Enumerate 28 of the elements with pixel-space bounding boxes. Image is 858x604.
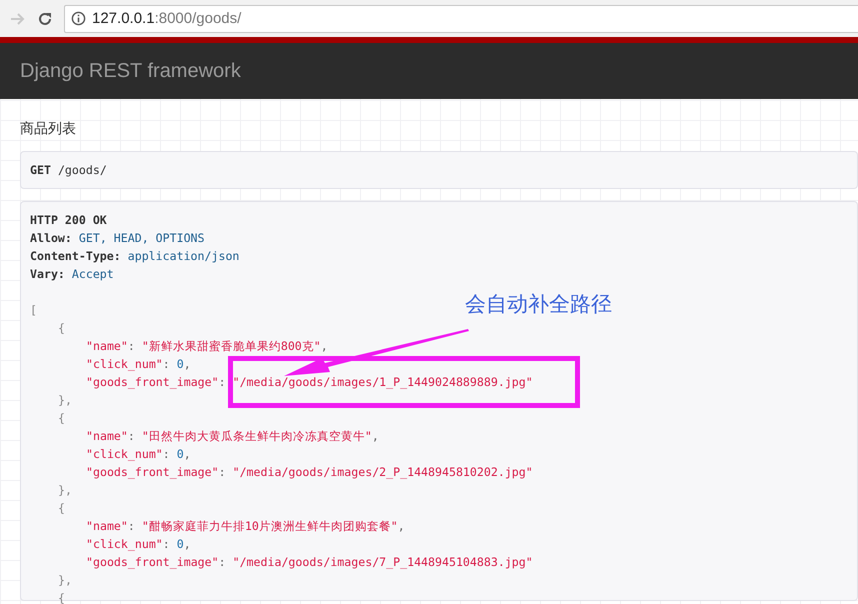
code-line: "name": "酣畅家庭菲力牛排10片澳洲生鲜牛肉团购套餐", [85,518,405,535]
status-line: HTTP 200 OK [30,212,107,229]
annotation-text: 会自动补全路径 [465,291,612,318]
code-line: { [57,500,65,517]
code-line: }, [57,482,72,499]
brand-link[interactable]: Django REST framework [20,60,241,82]
request-line: GET /goods/ [30,162,107,179]
reload-icon[interactable] [37,10,53,26]
code-line: "goods_front_image": "/media/goods/images/7_P_1448945104883.jpg" [85,554,533,571]
page-description: 商品列表 [20,120,77,138]
code-line: }, [57,392,72,409]
code-line: "name": "新鲜水果甜蜜香脆单果约800克", [85,338,328,355]
info-icon[interactable] [71,11,86,26]
header-line: Allow: GET, HEAD, OPTIONS [30,230,205,247]
code-line: "goods_front_image": "/media/goods/images/1_P_1449024889889.jpg" [85,374,533,391]
code-line: { [57,590,65,604]
code-line: "goods_front_image": "/media/goods/images/2_P_1448945810202.jpg" [85,464,533,481]
address-bar[interactable]: 127.0.0.1:8000/goods/ [64,4,858,32]
code-line: }, [57,572,72,589]
code-line: [ [30,302,37,319]
code-line: "click_num": 0, [85,446,191,463]
code-line: { [57,410,65,427]
header-line: Content-Type: application/json [30,248,240,265]
code-line: "click_num": 0, [85,536,191,553]
header-line: Vary: Accept [30,266,114,283]
code-line: "click_num": 0, [85,356,191,373]
code-line: "name": "田然牛肉大黄瓜条生鲜牛肉冷冻真空黄牛", [85,428,379,445]
code-line: { [57,320,65,337]
